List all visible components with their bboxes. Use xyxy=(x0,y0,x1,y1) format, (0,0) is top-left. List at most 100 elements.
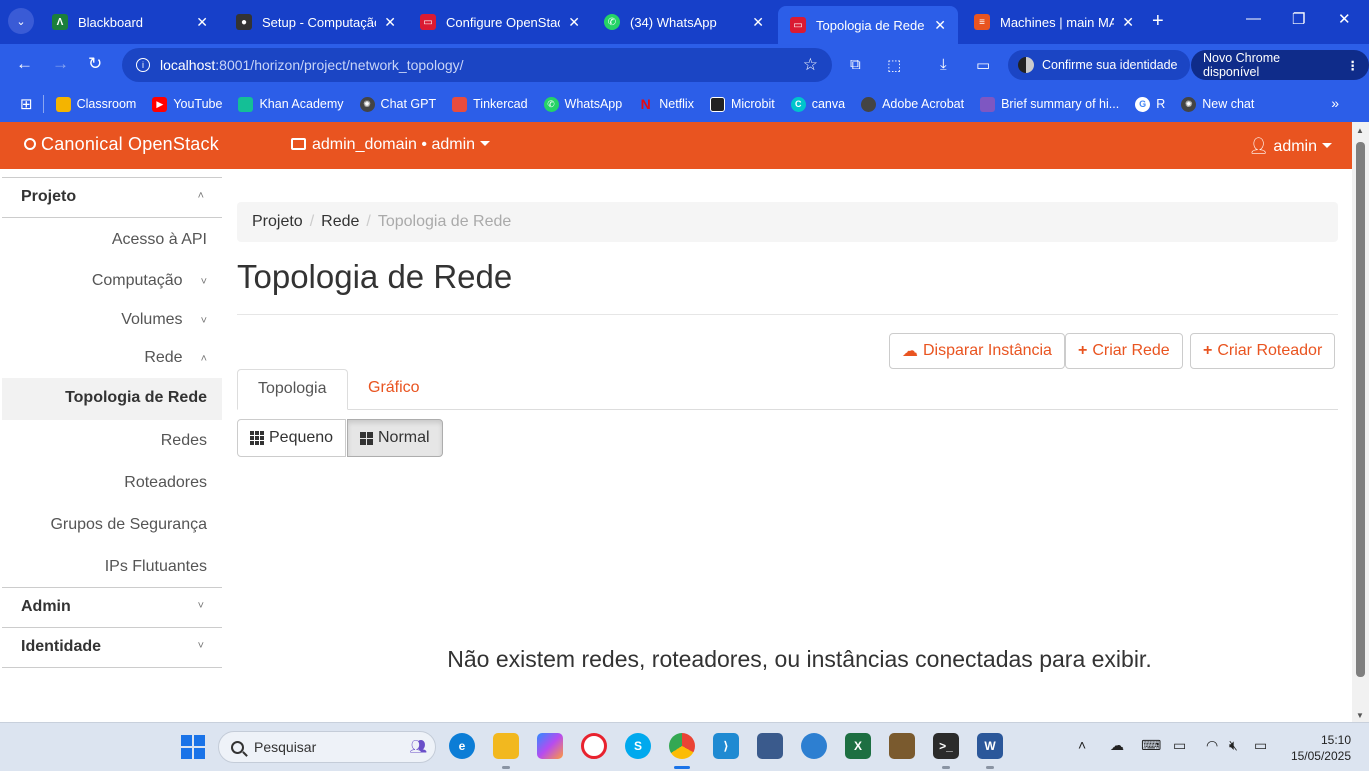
opera-icon[interactable] xyxy=(581,733,607,759)
browser-tab-whatsapp[interactable]: ✆ (34) WhatsApp ✕ xyxy=(592,6,776,38)
create-router-button[interactable]: + Criar Roteador xyxy=(1190,333,1336,369)
download-icon[interactable]: ⤓ xyxy=(940,56,947,73)
sidebar-item-roteadores[interactable]: Roteadores xyxy=(124,474,207,492)
more-bookmarks-chevron-icon[interactable]: » xyxy=(1331,95,1339,111)
close-tab-icon[interactable]: ✕ xyxy=(1122,14,1134,31)
reload-icon[interactable]: ↻ xyxy=(88,54,102,74)
bookmark-tinkercad[interactable]: Tinkercad xyxy=(452,96,528,112)
sidebar-item-rede[interactable]: Rede ˄ xyxy=(144,349,207,367)
address-bar[interactable]: i localhost:8001/horizon/project/network… xyxy=(122,48,832,82)
restore-icon[interactable]: ❐ xyxy=(1292,10,1305,28)
copilot-icon[interactable] xyxy=(537,733,563,759)
vscode-icon[interactable]: ⟩ xyxy=(713,733,739,759)
bookmark-adobe-acrobat[interactable]: Adobe Acrobat xyxy=(861,96,964,112)
bookmark-new-chat[interactable]: ✺ New chat xyxy=(1181,96,1254,112)
cast-icon[interactable]: ▭ xyxy=(976,56,990,74)
chrome-icon[interactable] xyxy=(669,733,695,759)
sidebar-item-grupos-seguranca[interactable]: Grupos de Segurança xyxy=(50,516,207,534)
bookmark-star-icon[interactable]: ☆ xyxy=(803,55,818,75)
project-selector[interactable]: admin_domain • admin xyxy=(291,136,491,154)
browser-tab-machines[interactable]: ≡ Machines | main MAA ✕ xyxy=(962,6,1146,38)
bookmark-netflix[interactable]: N Netflix xyxy=(638,96,694,112)
volume-muted-icon[interactable]: 🔇︎ xyxy=(1229,737,1238,754)
excel-icon[interactable]: X xyxy=(845,733,871,759)
word-icon[interactable]: W xyxy=(977,733,1003,759)
bookmark-r[interactable]: GR xyxy=(1135,96,1165,112)
plus-icon: + xyxy=(1203,342,1213,359)
breadcrumb-rede[interactable]: Rede xyxy=(321,213,359,230)
close-window-icon[interactable]: ✕ xyxy=(1338,10,1351,28)
new-tab-plus-icon[interactable]: + xyxy=(1152,10,1164,33)
sidebar-item-volumes[interactable]: Volumes ˅ xyxy=(121,311,207,329)
virtualbox-icon[interactable] xyxy=(801,733,827,759)
user-menu[interactable]: 👤︎ admin xyxy=(1249,136,1332,156)
forward-arrow-icon[interactable]: → xyxy=(52,54,69,74)
battery-icon[interactable]: ▭ xyxy=(1254,737,1267,754)
close-tab-icon[interactable]: ✕ xyxy=(196,14,208,31)
edge-icon[interactable]: e xyxy=(449,733,475,759)
close-tab-icon[interactable]: ✕ xyxy=(568,14,580,31)
bookmark-canva[interactable]: Ccanva xyxy=(790,96,845,112)
wifi-icon[interactable]: ◠ xyxy=(1206,737,1218,754)
windows-start-icon[interactable] xyxy=(181,735,205,759)
sidebar-section-label: Identidade xyxy=(21,638,102,655)
extensions-puzzle-icon[interactable]: ⬚ xyxy=(887,56,901,74)
browser-tab-blackboard[interactable]: Λ Blackboard ✕ xyxy=(40,6,220,38)
sidebar-item-redes[interactable]: Redes xyxy=(161,432,207,450)
bookmark-microbit[interactable]: Microbit xyxy=(709,96,775,112)
site-info-icon[interactable]: i xyxy=(136,58,150,72)
browser-tab-setup[interactable]: ● Setup - Computação ✕ xyxy=(224,6,408,38)
sidebar-section-projeto[interactable]: Projeto ˄ xyxy=(2,177,222,218)
bookmark-classroom[interactable]: Classroom xyxy=(55,96,136,112)
tab-grafico[interactable]: Gráfico xyxy=(348,369,440,410)
page-scrollbar[interactable]: ▲ ▼ xyxy=(1352,122,1369,722)
identity-pill[interactable]: Confirme sua identidade xyxy=(1008,50,1190,80)
sidebar-item-topologia-label[interactable]: Topologia de Rede xyxy=(65,389,207,407)
scrollbar-thumb[interactable] xyxy=(1356,142,1365,677)
bookmark-youtube[interactable]: ▶ YouTube xyxy=(152,96,222,112)
tray-overflow-chevron-icon[interactable]: ˄ xyxy=(1078,737,1086,753)
launch-instance-button[interactable]: ☁ Disparar Instância xyxy=(889,333,1065,369)
create-network-button[interactable]: + Criar Rede xyxy=(1065,333,1183,369)
taskbar-search[interactable]: Pesquisar 👥︎ xyxy=(218,731,436,763)
minecraft-icon[interactable] xyxy=(889,733,915,759)
tab-search-chevron-icon[interactable]: ⌄ xyxy=(8,8,34,34)
apps-grid-icon[interactable]: ⊞ xyxy=(20,95,33,113)
scroll-up-arrow-icon[interactable]: ▲ xyxy=(1356,126,1364,135)
file-explorer-icon[interactable] xyxy=(493,733,519,759)
sidebar-section-identidade[interactable]: Identidade ˅ xyxy=(2,627,222,668)
system-clock[interactable]: 15:10 15/05/2025 xyxy=(1291,732,1351,764)
bookmark-whatsapp[interactable]: ✆ WhatsApp xyxy=(543,96,622,112)
brand-logo[interactable]: Canonical OpenStack xyxy=(24,134,219,155)
skype-icon[interactable]: S xyxy=(625,733,651,759)
browser-tab-configure-openstack[interactable]: ▭ Configure OpenStack ✕ xyxy=(408,6,592,38)
display-icon[interactable]: ▭ xyxy=(1173,737,1186,754)
mysql-workbench-icon[interactable] xyxy=(757,733,783,759)
breadcrumb-projeto[interactable]: Projeto xyxy=(252,213,303,230)
sidebar-item-ips-flutuantes[interactable]: IPs Flutuantes xyxy=(105,558,207,576)
sidebar-section-admin[interactable]: Admin ˅ xyxy=(2,587,222,628)
bookmark-khan-academy[interactable]: Khan Academy xyxy=(238,96,344,112)
terminal-icon[interactable]: >_ xyxy=(933,733,959,759)
close-tab-icon[interactable]: ✕ xyxy=(384,14,396,31)
onedrive-icon[interactable]: ☁ xyxy=(1110,737,1124,754)
close-tab-icon[interactable]: ✕ xyxy=(752,14,764,31)
scroll-down-arrow-icon[interactable]: ▼ xyxy=(1356,711,1364,720)
tab-topologia[interactable]: Topologia xyxy=(237,369,348,410)
running-indicator xyxy=(986,766,994,769)
sidebar-item-acesso-api[interactable]: Acesso à API xyxy=(112,231,207,249)
keyboard-icon[interactable]: ⌨ xyxy=(1141,737,1161,754)
browser-tab-topologia-active[interactable]: ▭ Topologia de Rede - O ✕ xyxy=(778,6,958,44)
update-chrome-pill[interactable]: Novo Chrome disponível ⋮ xyxy=(1191,50,1369,80)
bookmark-chatgpt[interactable]: ✺ Chat GPT xyxy=(359,96,436,112)
canva-icon: C xyxy=(790,96,806,112)
bookmark-brief-summary[interactable]: Brief summary of hi... xyxy=(980,96,1119,112)
kebab-menu-icon[interactable]: ⋮ xyxy=(1347,58,1360,73)
back-arrow-icon[interactable]: ← xyxy=(16,54,33,74)
size-small-button[interactable]: Pequeno xyxy=(237,419,347,457)
close-tab-icon[interactable]: ✕ xyxy=(934,17,946,34)
sidebar-item-computacao[interactable]: Computação ˅ xyxy=(92,272,207,290)
size-normal-button[interactable]: Normal xyxy=(347,419,443,457)
minimize-icon[interactable]: — xyxy=(1246,10,1261,27)
translate-icon[interactable]: ⧉ xyxy=(850,56,861,73)
